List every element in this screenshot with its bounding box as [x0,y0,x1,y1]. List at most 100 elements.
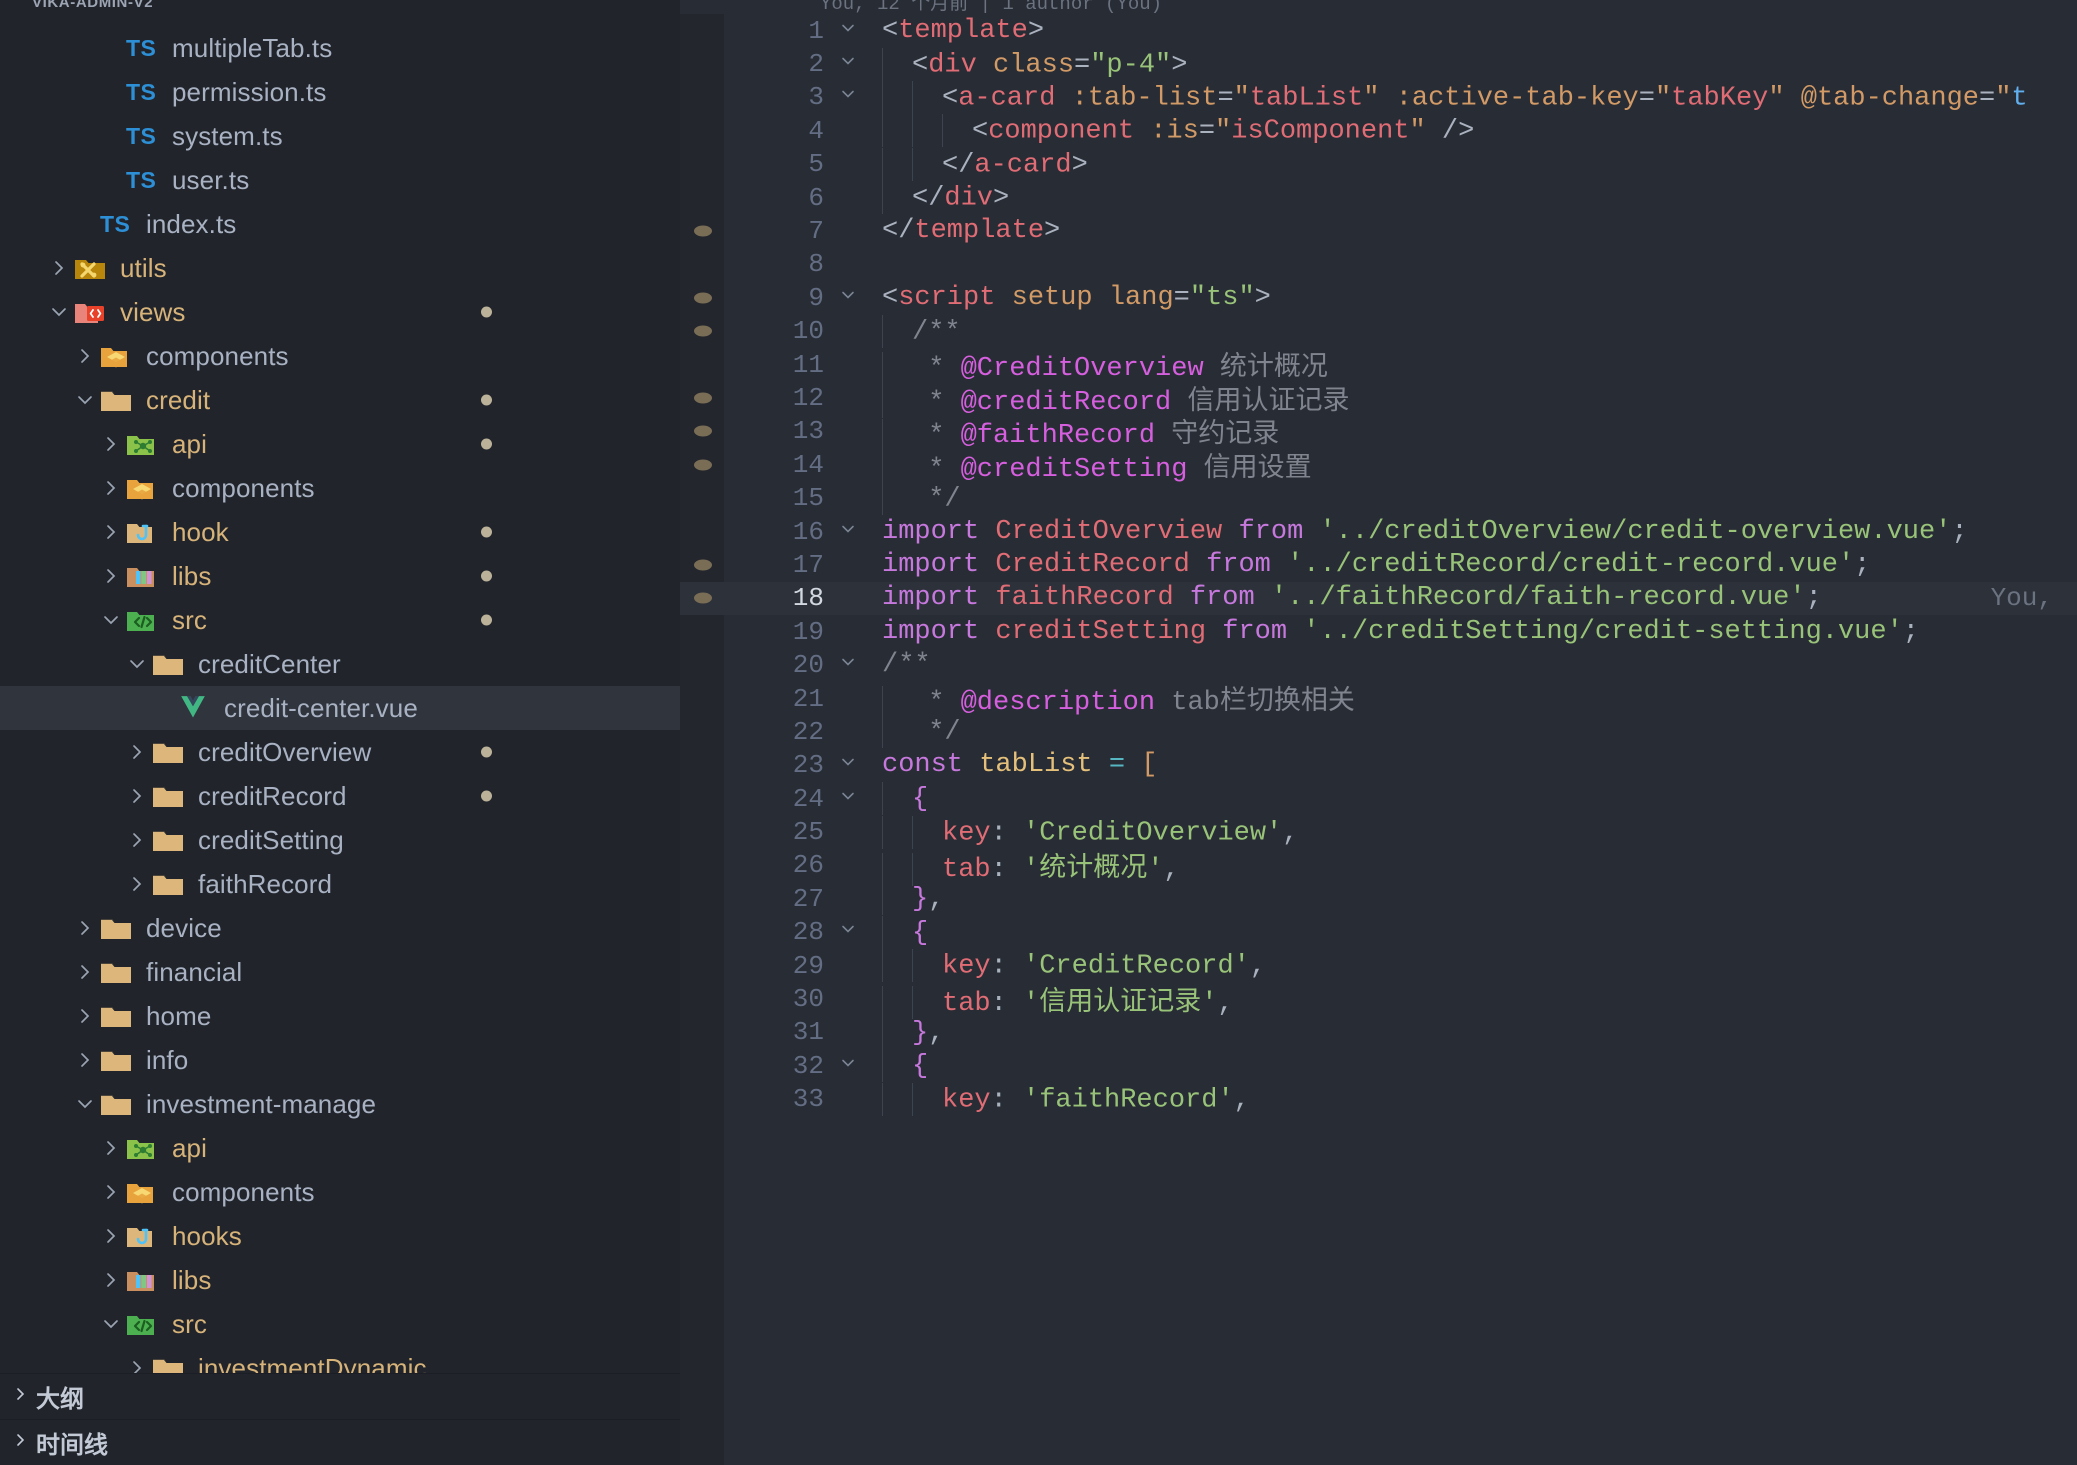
tree-item[interactable]: components [0,466,680,510]
code-line[interactable]: 7 </template> [680,214,2077,247]
tree-item[interactable]: financial [0,950,680,994]
fold-chevron-down-icon[interactable] [830,85,866,109]
tree-item[interactable]: views [0,290,680,334]
tree-item[interactable]: creditCenter [0,642,680,686]
chevron-down-icon[interactable] [96,610,126,630]
gutter-marker-icon[interactable] [694,559,712,571]
codelens-blame[interactable]: You, 12 个月前 | 1 author (You) [680,0,2077,14]
gutter-marker-icon[interactable] [694,325,712,337]
tree-item[interactable]: api [0,422,680,466]
tree-item[interactable]: utils [0,246,680,290]
chevron-right-icon[interactable] [96,478,126,498]
chevron-right-icon[interactable] [70,962,100,982]
gutter-marker-icon[interactable] [694,425,712,437]
chevron-right-icon[interactable] [122,786,152,806]
chevron-right-icon[interactable] [122,742,152,762]
tree-item[interactable]: investmentDynamic [0,1346,680,1373]
tree-item[interactable]: faithRecord [0,862,680,906]
chevron-right-icon[interactable] [96,522,126,542]
code-line[interactable]: 25 key: 'CreditOverview', [680,815,2077,849]
tree-item[interactable]: creditSetting [0,818,680,862]
code-line[interactable]: 15 */ [680,481,2077,515]
fold-chevron-down-icon[interactable] [830,520,866,544]
fold-chevron-down-icon[interactable] [830,1054,866,1078]
chevron-down-icon[interactable] [44,302,74,322]
sidebar-panel-header[interactable]: 大纲 [0,1373,680,1419]
fold-chevron-down-icon[interactable] [830,920,866,944]
code-line[interactable]: 27}, [680,882,2077,916]
chevron-right-icon[interactable] [6,1386,36,1407]
code-line[interactable]: 26 tab: '统计概况', [680,849,2077,886]
code-line[interactable]: 30 tab: '信用认证记录', [680,982,2077,1020]
chevron-right-icon[interactable] [70,1006,100,1026]
tree-item[interactable]: info [0,1038,680,1082]
code-line[interactable]: 31}, [680,1015,2077,1049]
code-line[interactable]: 17 import CreditRecord from '../creditRec… [680,548,2077,581]
gutter-marker-icon[interactable] [694,292,712,304]
chevron-right-icon[interactable] [96,1138,126,1158]
code-lines[interactable]: 1 <template> 2 <div class="p-4"> 3 <a-card :t… [680,14,2077,1116]
code-line[interactable]: 6 </div> [680,181,2077,215]
code-line[interactable]: 11 * @CreditOverview 统计概况 [680,348,2077,385]
code-line[interactable]: 14 * @creditSetting 信用设置 [680,448,2077,485]
code-line[interactable]: 22 */ [680,715,2077,749]
tree-item[interactable]: creditRecord [0,774,680,818]
fold-chevron-down-icon[interactable] [830,286,866,310]
code-line[interactable]: 32 { [680,1049,2077,1083]
code-line[interactable]: 23 const tabList = [ [680,749,2077,782]
code-line[interactable]: 1 <template> [680,14,2077,47]
code-line[interactable]: 33 key: 'faithRecord', [680,1082,2077,1116]
chevron-right-icon[interactable] [44,258,74,278]
tree-item[interactable]: libs [0,554,680,598]
tree-item[interactable]: src [0,598,680,642]
file-tree[interactable]: TS multipleTab.ts TS permission.ts TS system.… [0,26,680,1373]
chevron-right-icon[interactable] [122,1358,152,1373]
fold-chevron-down-icon[interactable] [830,653,866,677]
tree-item[interactable]: api [0,1126,680,1170]
gutter-marker-icon[interactable] [694,592,712,604]
chevron-down-icon[interactable] [96,1314,126,1334]
code-line[interactable]: 2 <div class="p-4"> [680,47,2077,81]
fold-chevron-down-icon[interactable] [830,787,866,811]
chevron-right-icon[interactable] [70,918,100,938]
chevron-down-icon[interactable] [70,390,100,410]
tree-item[interactable]: hook [0,510,680,554]
chevron-right-icon[interactable] [96,434,126,454]
tree-item[interactable]: credit [0,378,680,422]
code-line[interactable]: 8 [680,248,2077,281]
tree-item[interactable]: components [0,1170,680,1214]
chevron-right-icon[interactable] [96,1182,126,1202]
sidebar-panel-header[interactable]: 时间线 [0,1419,680,1465]
tree-item[interactable]: investment-manage [0,1082,680,1126]
code-line[interactable]: 13 * @faithRecord 守约记录 [680,415,2077,452]
chevron-right-icon[interactable] [96,566,126,586]
chevron-right-icon[interactable] [122,874,152,894]
gutter-marker-icon[interactable] [694,392,712,404]
code-line[interactable]: 12 * @creditRecord 信用认证记录 [680,381,2077,419]
code-line[interactable]: 20 /** [680,648,2077,681]
fold-chevron-down-icon[interactable] [830,753,866,777]
code-line[interactable]: 9 <script setup lang="ts"> [680,281,2077,314]
fold-chevron-down-icon[interactable] [830,19,866,43]
chevron-right-icon[interactable] [70,346,100,366]
code-line[interactable]: 10/** [680,314,2077,348]
tree-item[interactable]: src [0,1302,680,1346]
code-line[interactable]: 21 * @description tab栏切换相关 [680,682,2077,719]
code-content[interactable]: 1 <template> 2 <div class="p-4"> 3 <a-card :t… [680,14,2077,1465]
code-line[interactable]: 29 key: 'CreditRecord', [680,949,2077,983]
code-line-active[interactable]: 18 import faithRecord from '../faithRecor… [680,581,2077,616]
tree-item[interactable]: TS system.ts [0,114,680,158]
code-line[interactable]: 16 import CreditOverview from '../creditO… [680,515,2077,548]
tree-item[interactable]: device [0,906,680,950]
chevron-down-icon[interactable] [70,1094,100,1114]
tree-item[interactable]: creditOverview [0,730,680,774]
tree-item[interactable]: components [0,334,680,378]
code-line[interactable]: 28 { [680,915,2077,949]
chevron-right-icon[interactable] [6,1432,36,1453]
gutter-marker-icon[interactable] [694,459,712,471]
code-line[interactable]: 4 <component :is="isComponent" /> [680,114,2077,148]
code-line[interactable]: 5 </a-card> [680,147,2077,181]
tree-item[interactable]: home [0,994,680,1038]
fold-chevron-down-icon[interactable] [830,52,866,76]
tree-item-selected[interactable]: credit-center.vue [0,686,680,730]
